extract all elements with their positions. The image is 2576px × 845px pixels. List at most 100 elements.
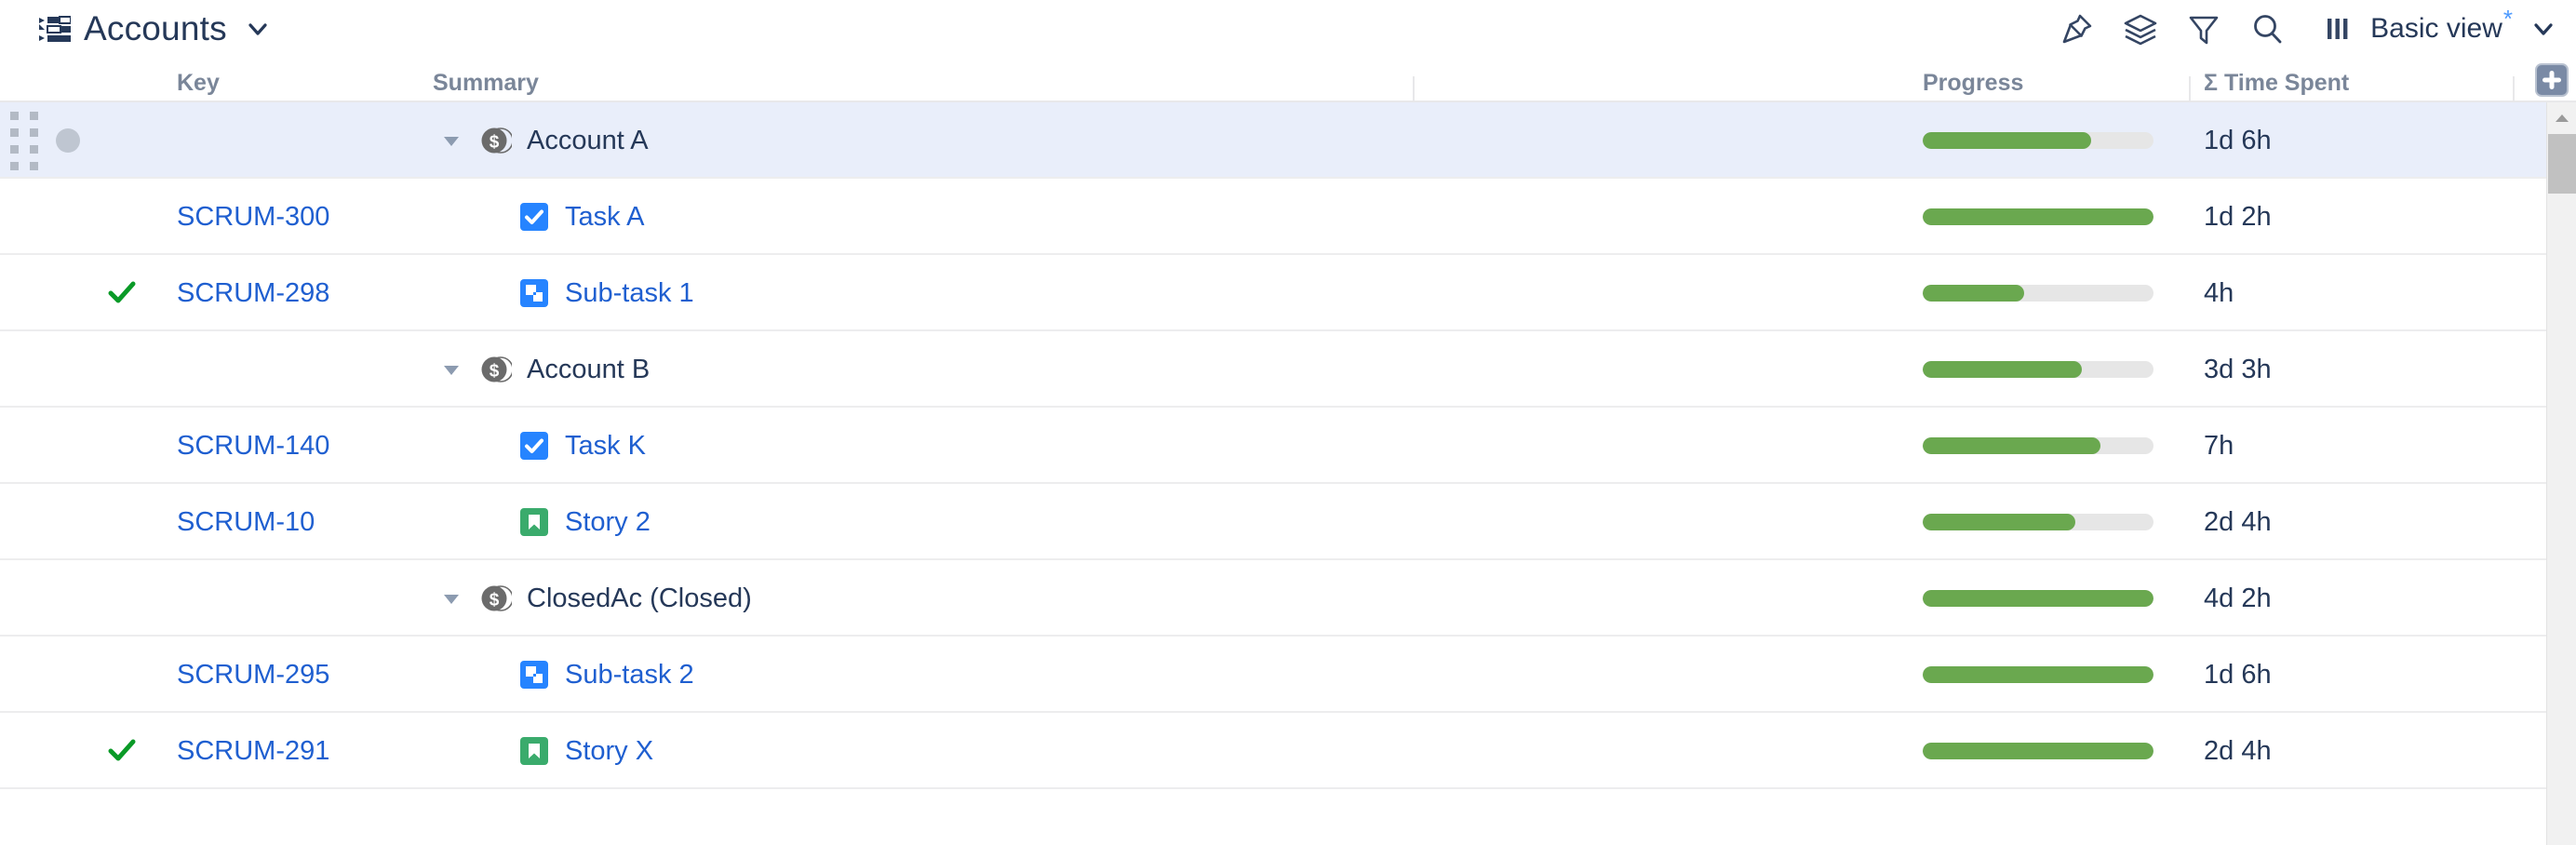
progress-cell xyxy=(1923,179,2183,255)
time-spent-value: 3d 3h xyxy=(2204,354,2272,384)
summary-text[interactable]: Account A xyxy=(527,126,649,156)
view-chevron-down-icon[interactable] xyxy=(2531,17,2556,41)
issue-key-cell xyxy=(177,560,419,637)
toolbar: Basic view* xyxy=(2058,0,2556,58)
summary-text[interactable]: ClosedAc (Closed) xyxy=(527,583,752,614)
column-header-time-spent[interactable]: Σ Time Spent xyxy=(2204,70,2349,97)
search-icon[interactable] xyxy=(2247,9,2287,48)
table-row[interactable]: $ Account B 3d 3h xyxy=(0,331,2546,408)
progress-bar xyxy=(1923,437,2153,454)
table-row[interactable]: $ ClosedAc (Closed) 4d 2h xyxy=(0,560,2546,637)
subtask-type-icon xyxy=(518,277,550,309)
row-status-cell xyxy=(89,560,154,637)
summary-content: $ Account A xyxy=(433,125,649,156)
row-marker-cell xyxy=(47,484,89,560)
column-divider[interactable] xyxy=(2513,76,2515,101)
pin-icon[interactable] xyxy=(2058,9,2097,48)
summary-text[interactable]: Sub-task 1 xyxy=(565,278,694,309)
row-marker-dot-icon[interactable] xyxy=(56,128,80,153)
column-header-summary[interactable]: Summary xyxy=(433,70,539,97)
progress-bar-fill xyxy=(1923,590,2153,607)
summary-text[interactable]: Account B xyxy=(527,355,650,385)
collapse-triangle-icon[interactable] xyxy=(439,357,463,382)
row-marker-cell xyxy=(47,179,89,255)
done-check-icon xyxy=(106,277,138,309)
issue-key-link[interactable]: SCRUM-298 xyxy=(177,278,329,309)
time-spent-cell: 3d 3h xyxy=(2204,331,2483,408)
view-selector[interactable]: Basic view* xyxy=(2318,7,2556,48)
row-drag-handle-cell xyxy=(6,102,43,179)
issue-key-link[interactable]: SCRUM-140 xyxy=(177,431,329,462)
table-row[interactable]: SCRUM-291 Story X 2d 4h xyxy=(0,713,2546,789)
row-marker-cell xyxy=(47,560,89,637)
columns-icon[interactable] xyxy=(2318,9,2357,48)
progress-cell xyxy=(1923,484,2183,560)
drag-handle-icon[interactable] xyxy=(9,111,39,170)
summary-text[interactable]: Sub-task 2 xyxy=(565,660,694,691)
summary-text[interactable]: Task K xyxy=(565,431,646,462)
task-type-icon xyxy=(518,201,550,233)
time-spent-value: 2d 4h xyxy=(2204,735,2272,766)
time-spent-cell: 2d 4h xyxy=(2204,484,2483,560)
column-header-progress[interactable]: Progress xyxy=(1923,70,2023,97)
table-row[interactable]: SCRUM-140 Task K 7h xyxy=(0,408,2546,484)
summary-text[interactable]: Story X xyxy=(565,736,653,767)
chevron-down-icon[interactable] xyxy=(246,17,270,41)
progress-bar-fill xyxy=(1923,666,2153,683)
progress-cell xyxy=(1923,713,2183,789)
time-spent-value: 7h xyxy=(2204,430,2234,461)
issue-key-link[interactable]: SCRUM-300 xyxy=(177,202,329,233)
time-spent-cell: 1d 6h xyxy=(2204,637,2483,713)
progress-bar xyxy=(1923,132,2153,149)
summary-cell: Sub-task 2 xyxy=(433,637,1410,713)
row-drag-handle-cell xyxy=(6,713,43,789)
row-marker-cell xyxy=(47,408,89,484)
row-status-cell xyxy=(89,713,154,789)
issue-key-link[interactable]: SCRUM-291 xyxy=(177,736,329,767)
structure-title-group[interactable]: Accounts xyxy=(39,9,270,48)
column-divider[interactable] xyxy=(1413,76,1415,101)
table-row[interactable]: SCRUM-10 Story 2 2d 4h xyxy=(0,484,2546,560)
progress-bar xyxy=(1923,361,2153,378)
issue-key-cell: SCRUM-300 xyxy=(177,179,419,255)
progress-cell xyxy=(1923,255,2183,331)
grid-container: $ Account A 1d 6h SCRUM-300 Task A 1d 2h SCRUM… xyxy=(0,102,2576,845)
issue-key-link[interactable]: SCRUM-295 xyxy=(177,660,329,691)
collapse-triangle-icon[interactable] xyxy=(439,586,463,610)
scroll-up-button[interactable] xyxy=(2547,102,2576,134)
issue-key-link[interactable]: SCRUM-10 xyxy=(177,507,315,538)
summary-content: $ Account B xyxy=(433,354,650,385)
summary-cell: Story 2 xyxy=(433,484,1410,560)
structure-icon xyxy=(39,15,72,43)
progress-bar-fill xyxy=(1923,132,2092,149)
row-marker-cell xyxy=(47,255,89,331)
row-status-cell xyxy=(89,255,154,331)
time-spent-value: 1d 2h xyxy=(2204,201,2272,232)
row-drag-handle-cell xyxy=(6,408,43,484)
issue-key-cell: SCRUM-140 xyxy=(177,408,419,484)
filter-icon[interactable] xyxy=(2184,9,2223,48)
row-drag-handle-cell xyxy=(6,484,43,560)
table-row[interactable]: SCRUM-298 Sub-task 1 4h xyxy=(0,255,2546,331)
table-row[interactable]: SCRUM-300 Task A 1d 2h xyxy=(0,179,2546,255)
row-drag-handle-cell xyxy=(6,560,43,637)
view-name[interactable]: Basic view* xyxy=(2370,7,2513,45)
scrollbar-thumb[interactable] xyxy=(2548,134,2576,194)
table-row[interactable]: SCRUM-295 Sub-task 2 1d 6h xyxy=(0,637,2546,713)
vertical-scrollbar[interactable] xyxy=(2546,102,2576,845)
progress-bar-fill xyxy=(1923,208,2153,225)
summary-text[interactable]: Story 2 xyxy=(565,507,651,538)
issue-grid: $ Account A 1d 6h SCRUM-300 Task A 1d 2h SCRUM… xyxy=(0,102,2546,789)
table-row[interactable]: $ Account A 1d 6h xyxy=(0,102,2546,179)
row-marker-cell xyxy=(47,331,89,408)
column-divider[interactable] xyxy=(2189,76,2191,101)
progress-cell xyxy=(1923,637,2183,713)
column-header-key[interactable]: Key xyxy=(177,70,220,97)
row-status-cell xyxy=(89,637,154,713)
time-spent-cell: 2d 4h xyxy=(2204,713,2483,789)
collapse-triangle-icon[interactable] xyxy=(439,128,463,153)
issue-key-cell xyxy=(177,102,419,179)
summary-text[interactable]: Task A xyxy=(565,202,644,233)
layers-icon[interactable] xyxy=(2121,9,2160,48)
add-column-button[interactable] xyxy=(2535,63,2569,97)
